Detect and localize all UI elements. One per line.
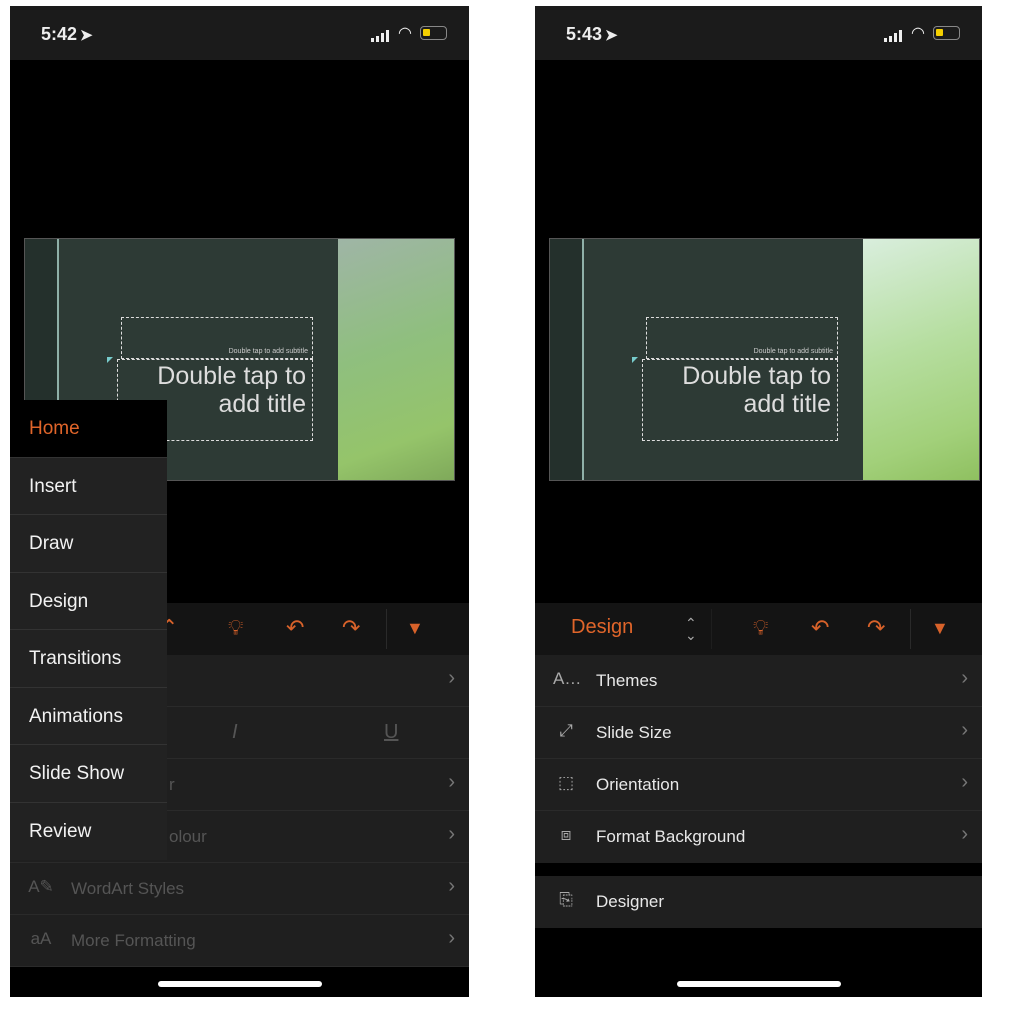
clock: 5:43 ➤ [566,24,618,44]
chevron-right-icon: › [961,667,968,689]
selection-marker [107,357,113,363]
status-bar: 5:43 ➤ ◠ [535,6,982,60]
chevron-right-icon: › [961,771,968,793]
list-row-slide-size[interactable]: ⤢ Slide Size › [535,707,982,759]
clock: 5:42 ➤ [41,24,93,44]
ribbon-toolbar: Design ⌃ ⌄ 💡︎ ↶ ↷ ▼ [535,603,982,655]
more-formatting-icon: aA [30,929,52,948]
list-row-orientation[interactable]: ⬚ Orientation › [535,759,982,811]
undo-icon[interactable]: ↶ [286,615,304,641]
location-icon: ➤ [605,27,618,44]
tab-menu-animations[interactable]: Animations [10,688,167,745]
home-indicator[interactable] [676,981,841,987]
lightbulb-icon[interactable]: 💡︎ [228,615,243,641]
chevron-right-icon: › [961,823,968,845]
orientation-icon: ⬚ [557,773,575,792]
selection-marker [632,357,638,363]
wordart-icon: A✎ [28,877,54,896]
tab-switch-icon[interactable]: ⌃ ⌄ [685,616,697,642]
list-row-more-formatting[interactable]: aA More Formatting › [10,915,469,967]
chevron-right-icon: › [448,667,455,689]
phone-screen-right: 5:43 ➤ ◠ Double tap to add subtitle Doubl… [535,6,982,997]
signal-icon [371,30,389,42]
chevron-right-icon: › [961,719,968,741]
underline-button[interactable]: U [384,721,398,744]
ribbon-tab-selector[interactable]: Design [571,616,633,639]
redo-icon[interactable]: ↷ [867,615,885,641]
undo-icon[interactable]: ↶ [811,615,829,641]
subtitle-placeholder[interactable]: Double tap to add subtitle [646,317,838,359]
slide-image [863,239,979,480]
tab-menu-review[interactable]: Review [10,803,167,861]
collapse-ribbon-icon[interactable]: ▼ [406,618,424,639]
slide-strip [550,239,584,480]
italic-button[interactable]: I [232,721,238,744]
signal-icon [884,30,902,42]
chevron-right-icon: › [448,875,455,897]
chevron-right-icon: › [448,927,455,949]
slide-size-icon: ⤢ [559,721,573,740]
collapse-ribbon-icon[interactable]: ▼ [931,618,949,639]
tab-menu: Home Insert Draw Design Transitions Anim… [10,400,167,860]
list-row-themes[interactable]: A… Themes › [535,655,982,707]
tab-menu-draw[interactable]: Draw [10,515,167,573]
list-row-format-background[interactable]: ⧈ Format Background › [535,811,982,863]
chevron-right-icon: › [448,771,455,793]
lightbulb-icon[interactable]: 💡︎ [753,615,768,641]
wifi-icon: ◠ [911,25,925,42]
title-placeholder[interactable]: Double tap to add title [642,359,838,441]
chevron-right-icon: › [448,823,455,845]
tab-menu-design[interactable]: Design [10,573,167,630]
slide-canvas[interactable]: Double tap to add subtitle Double tap to… [549,238,980,481]
themes-icon: A… [553,669,582,688]
tab-menu-home[interactable]: Home [10,400,167,458]
list-row-designer[interactable]: ⎘ Designer [535,876,982,928]
tab-menu-slide-show[interactable]: Slide Show [10,745,167,803]
subtitle-placeholder[interactable]: Double tap to add subtitle [121,317,313,359]
home-indicator[interactable] [157,981,322,987]
wifi-icon: ◠ [398,25,412,42]
phone-screen-left: 5:42 ➤ ◠ Double tap to add subtitle Doubl… [10,6,469,997]
designer-icon: ⎘ [559,890,573,909]
tab-menu-transitions[interactable]: Transitions [10,630,167,688]
redo-icon[interactable]: ↷ [342,615,360,641]
tab-menu-insert[interactable]: Insert [10,458,167,515]
slide-image [338,239,454,480]
list-row-wordart-styles[interactable]: A✎ WordArt Styles › [10,863,469,915]
battery-icon [420,26,447,40]
battery-icon [933,26,960,40]
format-background-icon: ⧈ [560,825,572,844]
location-icon: ➤ [80,27,93,44]
status-bar: 5:42 ➤ ◠ [10,6,469,60]
